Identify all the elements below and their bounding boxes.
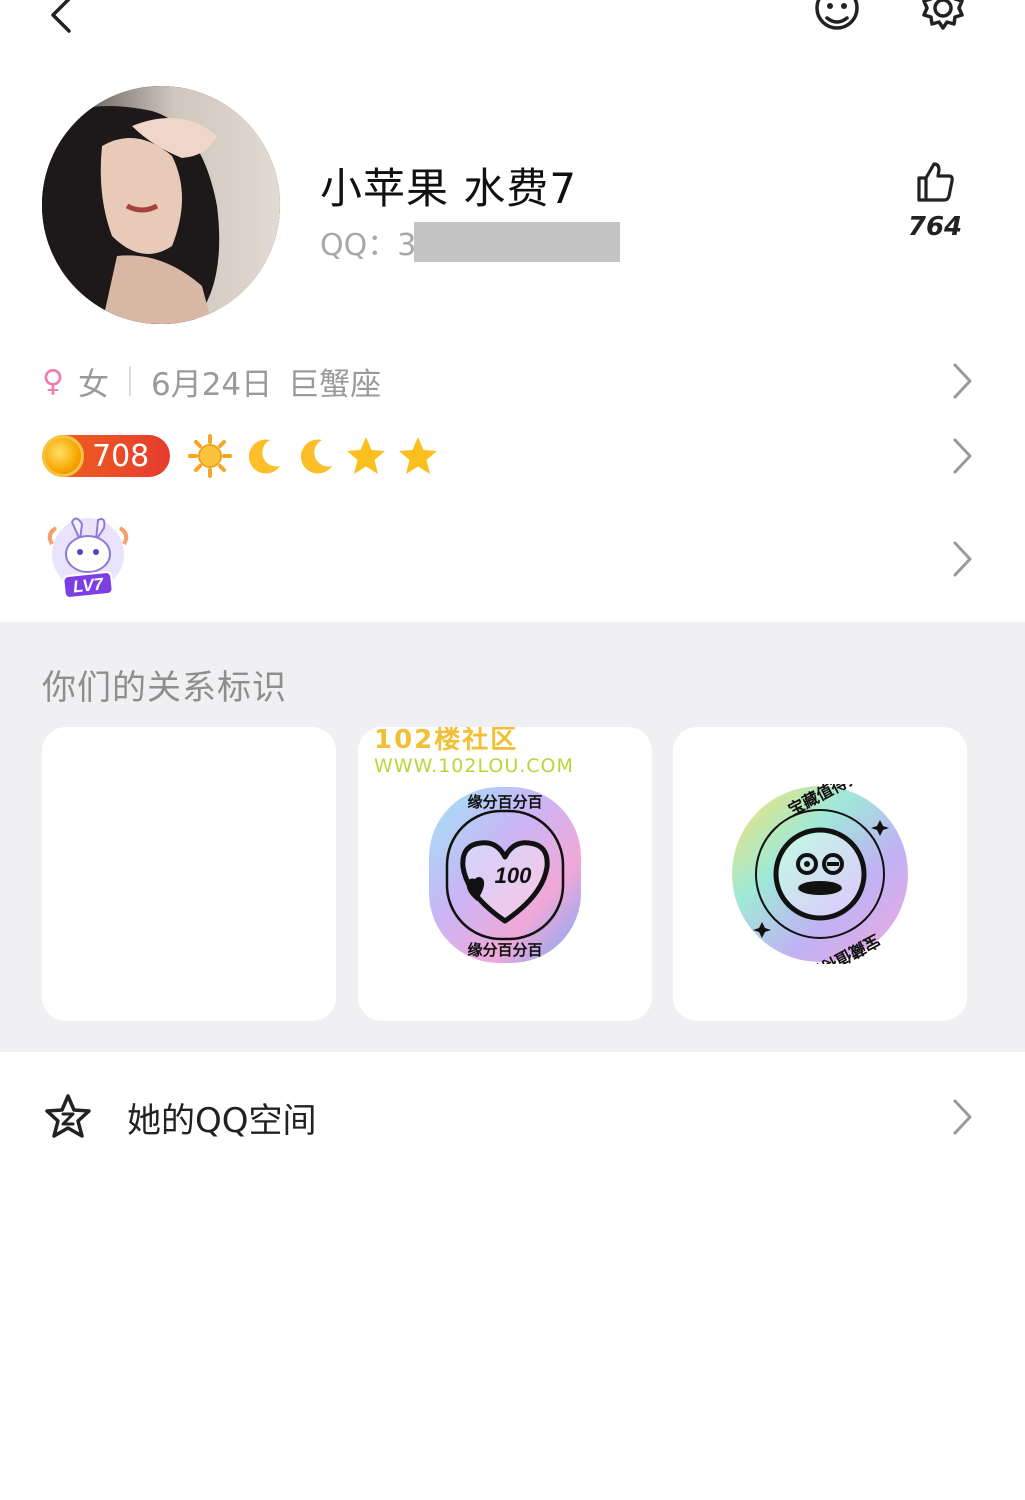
watermark: 102楼社区 WWW.102LOU.COM [374,727,574,776]
chevron-right-icon [949,1097,975,1137]
qq-number: QQ：3 [320,220,621,264]
gear-icon [922,0,964,30]
relationship-card-empty[interactable] [42,727,336,1021]
chevron-right-icon [949,539,975,579]
back-button[interactable] [38,0,82,40]
treasure-badge-icon: 宝藏值得挖掘 宝藏值得挖掘 [732,784,908,964]
qzone-label: 她的QQ空间 [127,1100,317,1141]
mascot-button[interactable] [812,0,862,36]
coin-value: 708 [92,438,150,474]
level-icons [188,433,448,479]
relationship-card-soulmate[interactable]: 102楼社区 WWW.102LOU.COM 100 缘分百分百 缘分百分百 [358,727,652,1021]
badge-number: 100 [495,863,532,888]
badge-text-bottom: 缘分百分百 [467,941,542,959]
qq-redaction [414,222,621,262]
qq-level-row[interactable]: 708 [0,433,1025,479]
relationship-section: 你们的关系标识 102楼社区 WWW.102LOU.COM 100 缘分百分百 … [0,622,1025,1052]
qq-label: QQ：3 [320,228,417,263]
watermark-line2: WWW.102LOU.COM [374,755,574,777]
female-icon: ♀ [42,363,64,399]
back-arrow-icon [51,0,71,33]
rabbit-badge-icon: LV7 [47,517,129,599]
lv7-text: LV7 [72,574,106,596]
qzone-star-icon [45,1094,91,1138]
basic-info: ♀ 女 6月24日 巨蟹座 [42,358,381,404]
settings-button[interactable] [918,0,968,36]
chevron-right-icon [949,361,975,401]
avatar-photo [42,86,280,324]
divider [128,366,131,396]
gender-label: 女 [77,366,109,403]
birthday-label: 6月24日 [150,366,273,403]
relationship-title: 你们的关系标识 [42,668,287,708]
like-button[interactable]: 764 [895,160,975,242]
soulmate-badge-icon: 100 缘分百分百 缘分百分百 [429,787,581,963]
thumbs-up-icon [917,162,954,202]
vip-coin-badge: 708 [42,435,170,477]
avatar[interactable] [42,86,280,324]
sun-icon [188,434,232,478]
zodiac-label: 巨蟹座 [288,366,382,403]
star-icon [344,434,388,478]
moon-icon [292,434,336,478]
top-bar [0,0,1025,60]
coin-icon [42,435,84,477]
watermark-line1: 102楼社区 [374,727,519,755]
nickname: 小苹果 水费7 [320,164,578,213]
mascot-face-icon [815,0,859,30]
star-icon [396,434,440,478]
badge-text-top: 缘分百分百 [467,793,542,811]
chevron-right-icon [949,436,975,476]
lv7-badge: LV7 [42,514,134,602]
basic-info-row[interactable]: ♀ 女 6月24日 巨蟹座 [0,358,1025,404]
relationship-card-treasure[interactable]: 宝藏值得挖掘 宝藏值得挖掘 [673,727,967,1021]
like-count: 764 [907,212,963,242]
moon-icon [240,434,284,478]
level-badge-row[interactable]: LV7 [0,514,1025,604]
qzone-row[interactable]: 她的QQ空间 [0,1092,1025,1142]
